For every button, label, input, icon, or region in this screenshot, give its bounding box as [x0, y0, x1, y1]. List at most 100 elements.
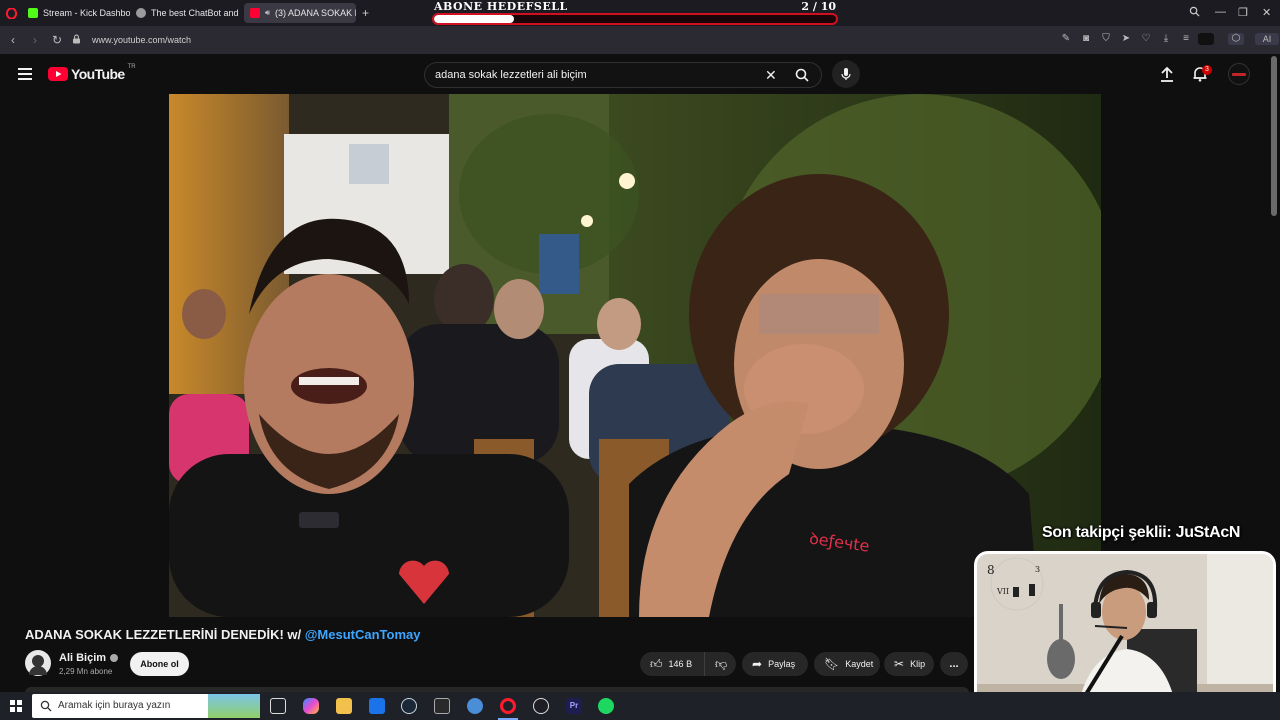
svg-text:8: 8: [987, 563, 995, 577]
search-highlight-image: [208, 694, 260, 718]
extension-cube-icon[interactable]: ⬡: [1228, 33, 1244, 45]
premiere-pro-icon[interactable]: Pr: [566, 698, 582, 714]
shield-icon[interactable]: ⛉: [1100, 33, 1112, 45]
epic-games-icon[interactable]: [434, 698, 450, 714]
channel-name-text: Ali Biçim: [59, 652, 107, 664]
clip-label: Klip: [910, 659, 926, 669]
youtube-header: YouTube TR adana sokak lezzetleri ali bi…: [0, 54, 1280, 94]
more-actions-button[interactable]: ...: [940, 652, 968, 676]
page-scrollbar[interactable]: [1271, 56, 1277, 216]
send-icon[interactable]: ➤: [1120, 33, 1132, 45]
subscriber-count: 2,29 Mn abone: [59, 667, 113, 676]
taskbar-search-input[interactable]: Aramak için buraya yazın: [32, 694, 260, 718]
video-title: ADANA SOKAK LEZZETLERİNİ DENEDİK! w/ @Me…: [25, 627, 420, 642]
mail-icon[interactable]: [369, 698, 385, 714]
verified-icon: [110, 654, 119, 662]
webcam-overlay: 8 VII 3: [974, 551, 1276, 715]
opera-taskbar-icon[interactable]: [500, 698, 516, 714]
region-code: TR: [127, 64, 136, 70]
obs-icon[interactable]: [533, 698, 549, 714]
camera-icon[interactable]: ◙: [1080, 33, 1092, 45]
tab-title: (3) ADANA SOKAK LE...: [275, 8, 356, 18]
dislike-button[interactable]: 👎︎: [704, 652, 736, 676]
last-follower-overlay: Son takipçi şeklii: JuStAcN: [1042, 524, 1241, 541]
like-count: 146 B: [668, 659, 693, 669]
menu-lines-icon[interactable]: ≡: [1180, 33, 1192, 45]
ai-label: AI: [1262, 34, 1272, 44]
spotify-icon[interactable]: [598, 698, 614, 714]
restore-icon[interactable]: ❐: [1238, 6, 1248, 19]
lock-icon: [72, 31, 86, 49]
steam-icon[interactable]: [401, 698, 417, 714]
copilot-icon[interactable]: [303, 698, 319, 714]
channel-name[interactable]: Ali Biçim: [59, 652, 119, 664]
youtube-logo[interactable]: YouTube TR: [48, 64, 136, 82]
clip-button[interactable]: ✂ Klip: [884, 652, 934, 676]
url-field[interactable]: www.youtube.com/watch: [92, 35, 191, 45]
task-view-icon[interactable]: [270, 698, 286, 714]
youtube-play-logo-icon: [48, 67, 68, 81]
search-icon[interactable]: [795, 68, 809, 87]
windows-taskbar: Aramak için buraya yazın Pr: [0, 692, 1280, 720]
clear-search-icon[interactable]: ✕: [765, 67, 777, 84]
tab-title: The best ChatBot and Mo: [151, 8, 240, 18]
scissors-icon: ✂: [894, 657, 905, 671]
like-button[interactable]: 👍︎ 146 B: [640, 652, 704, 676]
video-player[interactable]: ꝺeƒeчte: [169, 94, 1101, 617]
back-icon[interactable]: ‹: [2, 33, 24, 47]
speaker-icon[interactable]: 🔊︎: [265, 8, 270, 18]
download-icon[interactable]: ⤓: [1160, 33, 1172, 45]
webcam-feed: 8 VII 3: [977, 554, 1273, 712]
tab-youtube-video[interactable]: 🔊︎ (3) ADANA SOKAK LE...: [244, 3, 356, 23]
youtube-logo-text: YouTube: [71, 66, 125, 82]
reload-icon[interactable]: ↻: [46, 33, 68, 47]
minimize-icon[interactable]: —: [1215, 6, 1226, 18]
goal-progress-fill: [434, 15, 515, 23]
goal-title: ABONE HEDEFSELL: [434, 0, 568, 13]
svg-text:3: 3: [1035, 565, 1040, 574]
goal-progress-bar: [432, 13, 838, 25]
chatbot-favicon-icon: [136, 8, 146, 18]
tab-kick-dashboard[interactable]: Stream - Kick Dashboard: [22, 3, 130, 23]
profile-avatar-icon[interactable]: [1198, 33, 1214, 45]
chat-app-icon[interactable]: [467, 698, 483, 714]
notifications-badge: 3: [1202, 65, 1212, 75]
video-title-text: ADANA SOKAK LEZZETLERİNİ DENEDİK! w/: [25, 627, 305, 642]
youtube-favicon-icon: [250, 8, 260, 18]
search-query: adana sokak lezzetleri ali biçim: [435, 69, 587, 81]
browser-search-icon[interactable]: [1189, 6, 1200, 20]
heart-icon[interactable]: ♡: [1140, 33, 1152, 45]
ai-button[interactable]: AI: [1255, 33, 1279, 45]
share-button[interactable]: ➦ Paylaş: [742, 652, 808, 676]
mention-link[interactable]: @MesutCanTomay: [305, 627, 421, 642]
bookmark-icon: 🔖︎: [824, 657, 840, 671]
voice-search-icon[interactable]: [832, 60, 860, 88]
new-tab-button[interactable]: +: [362, 6, 369, 20]
share-label: Paylaş: [768, 659, 796, 669]
tab-chatbot[interactable]: The best ChatBot and Mo: [130, 3, 240, 23]
video-frame: ꝺeƒeчte: [169, 94, 1101, 617]
forward-icon[interactable]: ›: [24, 33, 46, 47]
more-icon: ...: [949, 658, 959, 670]
file-explorer-icon[interactable]: [336, 698, 352, 714]
close-window-icon[interactable]: ✕: [1262, 6, 1271, 19]
save-button[interactable]: 🔖︎ Kaydet: [814, 652, 880, 676]
windows-start-icon[interactable]: [10, 700, 22, 712]
subscriber-goal-overlay: ABONE HEDEFSELL 2 / 10: [430, 0, 840, 28]
taskbar-search-placeholder: Aramak için buraya yazın: [58, 700, 171, 711]
thumbs-down-icon: 👎︎: [715, 656, 728, 671]
subscribe-button[interactable]: Abone ol: [130, 652, 189, 676]
share-icon: ➦: [752, 657, 763, 671]
opera-logo-icon[interactable]: [0, 3, 22, 23]
kick-favicon-icon: [28, 8, 38, 18]
thumbs-up-icon: 👍︎: [650, 656, 663, 671]
hamburger-menu-icon[interactable]: [18, 68, 32, 80]
search-input[interactable]: adana sokak lezzetleri ali biçim ✕: [424, 62, 822, 88]
account-avatar[interactable]: [1228, 63, 1250, 85]
goal-count: 2 / 10: [801, 0, 836, 13]
edit-icon[interactable]: ✎: [1060, 33, 1072, 45]
save-label: Kaydet: [845, 659, 874, 669]
tab-title: Stream - Kick Dashboard: [43, 8, 130, 18]
upload-icon[interactable]: [1160, 66, 1174, 87]
channel-avatar[interactable]: [25, 650, 51, 676]
